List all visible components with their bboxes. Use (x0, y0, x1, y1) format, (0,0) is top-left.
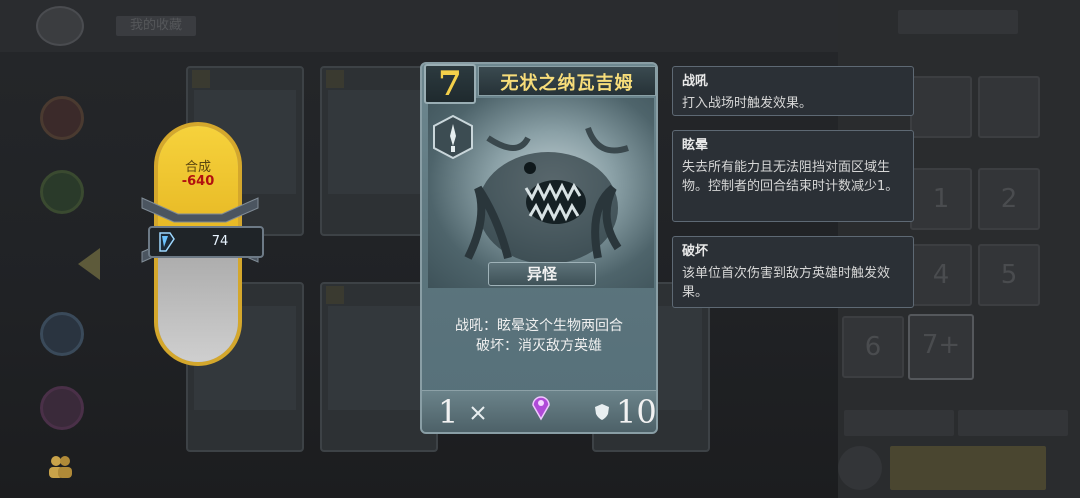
page-title: 我的收藏 (116, 16, 196, 36)
card-text-line: 战吼：眩晕这个生物两回合 (455, 318, 623, 334)
keyword-tooltip-battlecry: 战吼 打入战场时触发效果。 (672, 66, 914, 116)
back-icon[interactable] (36, 6, 84, 46)
keyword-desc: 该单位首次伤害到敌方英雄时触发效果。 (682, 266, 891, 300)
card-stats: 1 10 (422, 390, 656, 432)
people-icon[interactable] (46, 452, 74, 480)
shield-icon (595, 404, 609, 420)
dust-count: 74 (211, 234, 229, 249)
mana-filter-2[interactable]: 2 (978, 168, 1040, 230)
prev-page-icon[interactable] (78, 248, 100, 280)
nav-faction-1[interactable] (40, 96, 84, 140)
mana-filter-1[interactable]: 1 (910, 168, 972, 230)
gem-icon (532, 396, 550, 421)
keyword-title: 战吼 (682, 74, 709, 89)
card-name: 无状之纳瓦吉姆 (500, 73, 634, 94)
top-bar: 我的收藏 (0, 0, 840, 52)
nav-faction-3[interactable] (40, 312, 84, 356)
card-cost: 7 (424, 64, 476, 104)
card-type: 异怪 (488, 262, 596, 286)
card-health: 10 (616, 393, 657, 431)
mana-filter-6[interactable]: 6 (842, 316, 904, 378)
keyword-desc: 打入战场时触发效果。 (682, 96, 813, 111)
filter-slot[interactable] (910, 76, 972, 138)
keyword-tooltip-destroy: 破坏 该单位首次伤害到敌方英雄时触发效果。 (672, 236, 914, 308)
keyword-title: 破坏 (682, 244, 709, 259)
keyword-tooltip-stun: 眩晕 失去所有能力且无法阻挡对面区域生物。控制者的回合结束时计数减少1。 (672, 130, 914, 222)
sword-icon (471, 406, 485, 420)
card-text: 战吼：眩晕这个生物两回合 破坏：消灭敌方英雄 (432, 316, 646, 356)
faction-icon (433, 114, 473, 160)
card-name-bar: 无状之纳瓦吉姆 (478, 66, 656, 96)
mana-filter-7plus[interactable]: 7+ (908, 314, 974, 380)
keyword-title: 眩晕 (682, 138, 709, 153)
dust-icon (159, 232, 175, 252)
card-attack: 1 (438, 393, 459, 431)
nav-faction-2[interactable] (40, 170, 84, 214)
card-text-line: 破坏：消灭敌方英雄 (476, 338, 602, 354)
mana-filter-5[interactable]: 5 (978, 244, 1040, 306)
craft-label: 合成 (184, 160, 211, 175)
keyword-desc: 失去所有能力且无法阻挡对面区域生物。控制者的回合结束时计数减少1。 (682, 160, 899, 194)
craft-cost: -640 (181, 174, 215, 189)
dust-counter: 74 (148, 226, 264, 258)
filter-slot[interactable] (978, 76, 1040, 138)
nav-faction-4[interactable] (40, 386, 84, 430)
card-detail: 7 无状之纳瓦吉姆 异怪 战吼：眩晕这个生物两回合 破坏：消灭敌方英雄 1 10 (420, 62, 658, 434)
mana-filter-4[interactable]: 4 (910, 244, 972, 306)
